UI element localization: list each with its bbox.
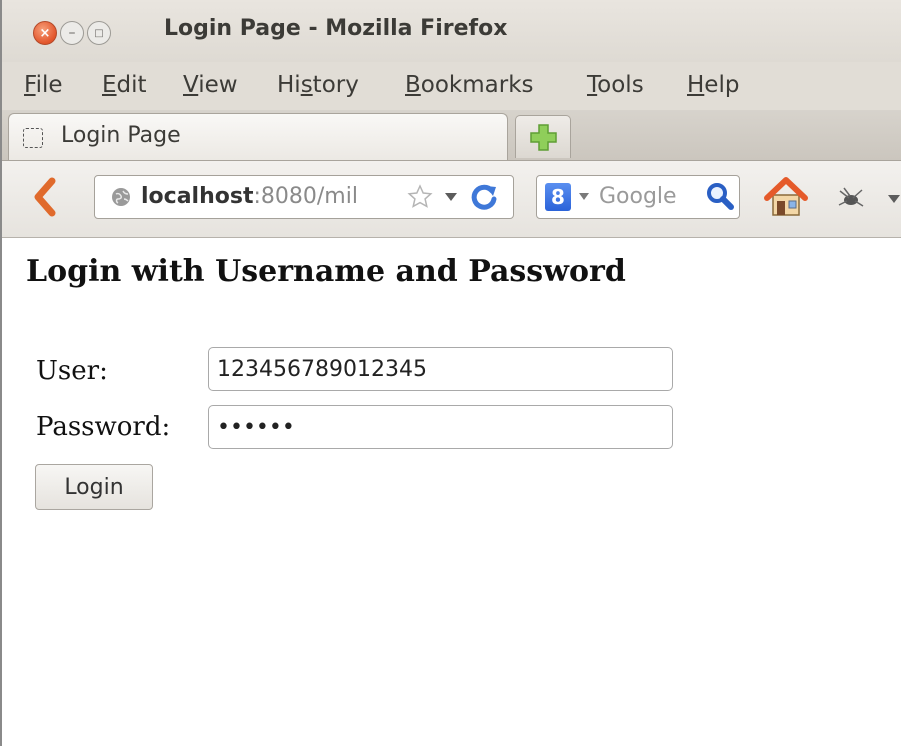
menu-help[interactable]: Help: [687, 72, 739, 98]
browser-window: × – □ Login Page - Mozilla Firefox File …: [0, 0, 901, 746]
page-icon: [23, 128, 43, 148]
close-icon[interactable]: ×: [33, 21, 57, 45]
maximize-icon[interactable]: □: [87, 21, 111, 45]
reload-icon[interactable]: [469, 182, 499, 212]
home-icon[interactable]: [764, 175, 808, 219]
login-button[interactable]: Login: [35, 464, 153, 510]
tab-strip: Login Page: [2, 110, 901, 161]
addon-icon[interactable]: [836, 185, 866, 211]
menu-edit[interactable]: Edit: [102, 72, 147, 98]
chevron-down-icon[interactable]: [888, 195, 900, 203]
magnifier-icon[interactable]: [705, 181, 735, 211]
search-bar[interactable]: 8 Google: [536, 175, 740, 219]
globe-icon: [112, 188, 130, 206]
window-title: Login Page - Mozilla Firefox: [164, 16, 508, 41]
chevron-down-icon[interactable]: [579, 193, 589, 200]
new-tab-button[interactable]: [515, 115, 571, 158]
title-bar: × – □ Login Page - Mozilla Firefox: [2, 0, 901, 62]
menu-tools[interactable]: Tools: [587, 72, 644, 98]
chevron-down-icon[interactable]: [445, 193, 457, 201]
star-icon[interactable]: [407, 184, 433, 210]
page-content: Login with Username and Password User: P…: [2, 238, 901, 746]
page-heading: Login with Username and Password: [26, 254, 626, 289]
navigation-bar: localhost:8080/mil 8 Google: [2, 161, 901, 238]
username-input[interactable]: [208, 347, 673, 391]
search-placeholder: Google: [599, 184, 677, 209]
minimize-icon[interactable]: –: [60, 21, 84, 45]
menu-bookmarks[interactable]: Bookmarks: [405, 72, 534, 98]
menu-bar: File Edit View History Bookmarks Tools H…: [2, 62, 901, 110]
menu-file[interactable]: File: [24, 72, 63, 98]
tab-login-page[interactable]: Login Page: [8, 113, 508, 160]
menu-history[interactable]: History: [277, 72, 359, 98]
password-input[interactable]: [208, 405, 673, 449]
url-bar[interactable]: localhost:8080/mil: [94, 175, 514, 219]
menu-view[interactable]: View: [183, 72, 238, 98]
password-label: Password:: [36, 412, 171, 442]
back-arrow-icon[interactable]: [30, 177, 58, 217]
url-text: localhost:8080/mil: [141, 184, 358, 209]
new-tab-plus-icon: [530, 124, 557, 151]
tab-label: Login Page: [61, 123, 181, 148]
google-icon[interactable]: 8: [545, 183, 571, 211]
user-label: User:: [36, 356, 108, 386]
